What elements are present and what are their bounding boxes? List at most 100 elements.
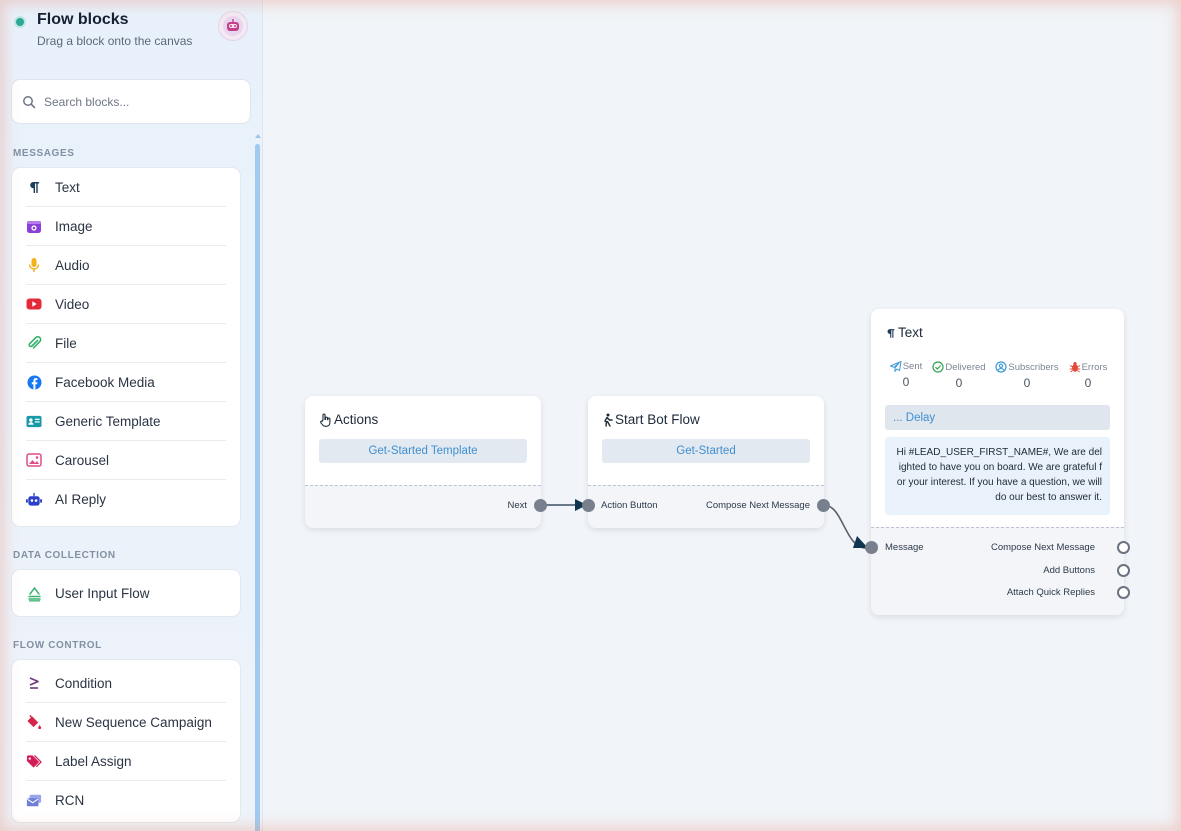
- port-compose-next-message-output[interactable]: [817, 499, 830, 512]
- block-item-generic-template[interactable]: Generic Template: [26, 402, 226, 441]
- block-item-text[interactable]: Text: [26, 168, 226, 207]
- node-title: Start Bot Flow: [602, 412, 700, 427]
- sidebar-header: Flow blocks Drag a block onto the canvas: [0, 0, 262, 70]
- stat-sent: Sent 0: [888, 361, 924, 389]
- text-node-title: Text: [898, 325, 923, 340]
- flow-canvas[interactable]: Actions Get-Started Template Next Start …: [263, 0, 1181, 831]
- port-compose-next-message-output[interactable]: [1117, 541, 1130, 554]
- envelopes-icon: [26, 793, 42, 809]
- hand-pointer-icon: [319, 412, 332, 427]
- section-label-data-collection: DATA COLLECTION: [13, 550, 116, 561]
- paint-bucket-icon: [26, 714, 42, 730]
- port-attach-quick-replies-output[interactable]: [1117, 586, 1130, 599]
- node-title: Actions: [319, 412, 378, 427]
- port-action-button-input[interactable]: [582, 499, 595, 512]
- user-circle-icon: [995, 361, 1008, 373]
- id-card-icon: [26, 413, 42, 429]
- search-box[interactable]: [11, 79, 251, 124]
- get-started-template-button[interactable]: Get-Started Template: [319, 439, 527, 463]
- bot-avatar[interactable]: [218, 11, 248, 41]
- stat-errors-value: 0: [1084, 376, 1092, 390]
- images-icon: [26, 452, 42, 468]
- port-add-buttons-output[interactable]: [1117, 564, 1130, 577]
- scroll-up-arrow-icon[interactable]: [255, 134, 261, 138]
- node-title: Text: [885, 325, 923, 340]
- block-item-new-sequence-campaign[interactable]: New Sequence Campaign: [26, 703, 226, 742]
- block-item-carousel[interactable]: Carousel: [26, 441, 226, 480]
- port-label-action-button: Action Button: [601, 500, 658, 511]
- delay-bar[interactable]: ... Delay: [885, 405, 1110, 430]
- search-icon: [22, 95, 36, 109]
- block-item-label: Video: [55, 296, 90, 312]
- block-item-video[interactable]: Video: [26, 285, 226, 324]
- block-item-rcn[interactable]: RCN: [26, 781, 226, 820]
- block-item-label: Facebook Media: [55, 374, 155, 390]
- stat-delivered: Delivered 0: [931, 361, 987, 390]
- block-item-user-input-flow[interactable]: User Input Flow: [26, 574, 226, 613]
- block-item-ai-reply[interactable]: AI Reply: [26, 480, 226, 519]
- stat-subscribers: Subscribers 0: [995, 361, 1059, 390]
- block-item-label: Image: [55, 218, 93, 234]
- block-item-label-assign[interactable]: Label Assign: [26, 742, 226, 781]
- layers-icon: [26, 586, 42, 602]
- block-item-facebook-media[interactable]: Facebook Media: [26, 363, 226, 402]
- data-collection-group: User Input Flow: [11, 569, 241, 617]
- robot-icon: [223, 16, 243, 36]
- messages-group: Text Image Audio Video File Facebook Med…: [11, 167, 241, 527]
- flow-control-group: Condition New Sequence Campaign Label As…: [11, 659, 241, 823]
- facebook-icon: [26, 374, 42, 390]
- block-item-label: User Input Flow: [55, 586, 150, 601]
- tags-icon: [26, 753, 42, 769]
- check-circle-icon: [932, 361, 945, 373]
- text-message-node[interactable]: Text Sent 0 Delivered 0 Subscribers 0 Er…: [865, 309, 1130, 615]
- block-item-label: AI Reply: [55, 492, 107, 507]
- block-item-label: File: [55, 335, 77, 351]
- port-message-input[interactable]: [865, 541, 878, 554]
- block-item-label: Label Assign: [55, 753, 132, 769]
- block-item-file[interactable]: File: [26, 324, 226, 363]
- start-bot-flow-node[interactable]: Start Bot Flow Get-Started Action Button…: [582, 396, 830, 528]
- block-item-label: Text: [55, 179, 80, 195]
- block-item-label: Carousel: [55, 452, 110, 468]
- port-next-output[interactable]: [534, 499, 547, 512]
- block-item-label: New Sequence Campaign: [55, 714, 212, 730]
- actions-node-title: Actions: [334, 412, 379, 427]
- youtube-icon: [26, 296, 42, 312]
- stat-errors: Errors 0: [1066, 361, 1110, 390]
- block-item-image[interactable]: Image: [26, 207, 226, 246]
- pilcrow-icon: [885, 327, 896, 339]
- sidebar-scrollbar[interactable]: [254, 134, 262, 831]
- block-item-label: Condition: [55, 675, 113, 691]
- port-label-compose-next-message: Compose Next Message: [990, 542, 1095, 553]
- bug-icon: [1069, 361, 1081, 373]
- block-item-label: RCN: [55, 793, 85, 808]
- robot-icon: [26, 492, 42, 508]
- message-preview[interactable]: Hi #LEAD_USER_FIRST_NAME#, We are deligh…: [885, 437, 1110, 515]
- port-label-message: Message: [885, 542, 924, 553]
- sidebar-subtitle: Drag a block onto the canvas: [37, 34, 193, 48]
- start-bot-flow-title: Start Bot Flow: [615, 412, 700, 427]
- stat-subscribers-value: 0: [1023, 376, 1031, 390]
- status-dot-icon: [14, 16, 26, 28]
- pilcrow-icon: [26, 179, 42, 195]
- node-footer: Action Button Compose Next Message: [588, 485, 824, 528]
- scroll-thumb[interactable]: [255, 144, 260, 831]
- sidebar-title: Flow blocks: [37, 11, 129, 28]
- flow-blocks-sidebar: Flow blocks Drag a block onto the canvas…: [0, 0, 263, 831]
- actions-node[interactable]: Actions Get-Started Template Next: [305, 396, 547, 528]
- port-label-attach-quick-replies: Attach Quick Replies: [1006, 587, 1095, 598]
- block-item-audio[interactable]: Audio: [26, 246, 226, 285]
- section-label-flow-control: FLOW CONTROL: [13, 640, 102, 651]
- block-item-condition[interactable]: Condition: [26, 664, 226, 703]
- search-input[interactable]: [44, 94, 234, 109]
- section-label-messages: MESSAGES: [13, 148, 75, 159]
- paper-plane-icon: [889, 361, 902, 372]
- stat-sent-value: 0: [902, 375, 910, 389]
- block-item-label: Generic Template: [55, 413, 161, 429]
- wire-compose-to-message: [823, 504, 867, 549]
- port-label-add-buttons: Add Buttons: [1043, 565, 1095, 576]
- message-stats: Sent 0 Delivered 0 Subscribers 0 Errors …: [885, 361, 1110, 397]
- port-label-compose-next-message: Compose Next Message: [705, 500, 810, 511]
- get-started-button[interactable]: Get-Started: [602, 439, 810, 463]
- camera-icon: [26, 218, 42, 234]
